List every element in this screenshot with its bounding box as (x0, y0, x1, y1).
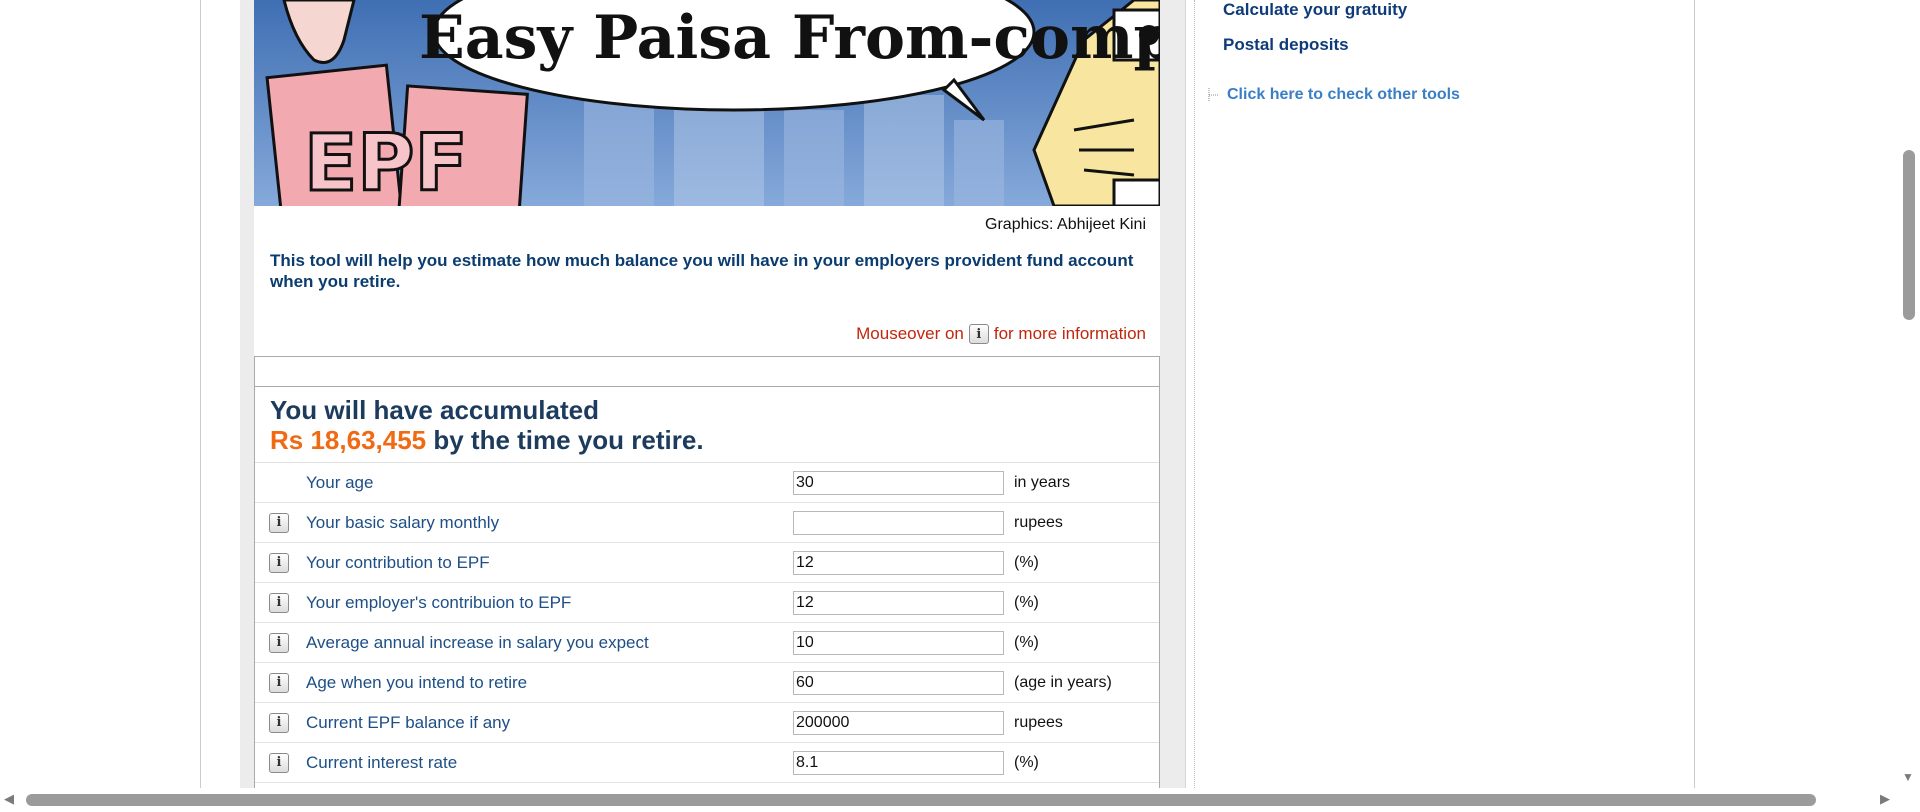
sidebar-link-postal-deposits[interactable]: Postal deposits (1223, 35, 1349, 55)
info-icon[interactable]: i (269, 592, 289, 613)
field-label: Your contribution to EPF (306, 552, 490, 572)
field-row-retirement-age: i Age when you intend to retire (age in … (255, 663, 1159, 703)
result-suffix: by the time you retire. (426, 425, 704, 455)
graphics-credit: Graphics: Abhijeet Kini (985, 216, 1146, 233)
result-line-2: Rs 18,63,455 by the time you retire. (270, 425, 1144, 455)
field-row-basic-salary: i Your basic salary monthly rupees (255, 503, 1159, 543)
mouseover-hint: Mouseover on i for more information (856, 324, 1146, 344)
check-other-tools-link[interactable]: Click here to check other tools (1227, 86, 1460, 104)
main-content: EPF Easy Paisa From-company! Graphics: A… (254, 0, 1160, 788)
main-column: EPF Easy Paisa From-company! Graphics: A… (240, 0, 1186, 788)
salary-increase-input[interactable] (793, 630, 1004, 655)
info-icon[interactable]: i (269, 632, 289, 653)
field-unit: (%) (1014, 753, 1039, 771)
info-icon: i (968, 324, 989, 344)
info-slot: i (255, 752, 306, 773)
employer-contribution-input[interactable] (793, 590, 1004, 615)
scroll-right-arrow-icon[interactable]: ▶ (1880, 791, 1890, 807)
page: EPF Easy Paisa From-company! Graphics: A… (0, 0, 1920, 812)
banner-sign-text: EPF (304, 119, 468, 206)
field-label: Your employer's contribuion to EPF (306, 592, 572, 612)
info-icon[interactable]: i (269, 672, 289, 693)
age-input[interactable] (793, 470, 1004, 495)
retirement-age-input[interactable] (793, 670, 1004, 695)
current-balance-input[interactable] (793, 710, 1004, 735)
field-unit: rupees (1014, 513, 1063, 531)
field-label: Current EPF balance if any (306, 712, 511, 732)
banner-headline: Easy Paisa From-company! (419, 3, 1160, 73)
epf-banner-image: EPF Easy Paisa From-company! (254, 0, 1160, 206)
tool-intro-text: This tool will help you estimate how muc… (270, 251, 1134, 291)
field-row-age: Your age in years (255, 463, 1159, 503)
field-row-own-contribution: i Your contribution to EPF (%) (255, 543, 1159, 583)
calculator-header-strip (255, 357, 1159, 387)
field-unit: (%) (1014, 553, 1039, 571)
page-frame-left (200, 0, 201, 788)
banner-illustration: EPF Easy Paisa From-company! (254, 0, 1160, 206)
field-label: Age when you intend to retire (306, 672, 528, 692)
field-unit: rupees (1014, 713, 1063, 731)
field-unit: (%) (1014, 593, 1039, 611)
field-label: Current interest rate (306, 752, 458, 772)
info-slot: i (255, 512, 306, 533)
sidebar: Calculate your gratuity Postal deposits … (1194, 0, 1694, 788)
info-slot: i (255, 592, 306, 613)
scroll-left-arrow-icon[interactable]: ◀ (4, 791, 14, 807)
mouseover-hint-prefix: Mouseover on (856, 324, 964, 343)
page-frame-right (1694, 0, 1695, 788)
vertical-scrollbar[interactable]: ▼ (1898, 0, 1920, 788)
info-slot: i (255, 552, 306, 573)
result-amount: Rs 18,63,455 (270, 425, 427, 455)
interest-rate-input[interactable] (793, 750, 1004, 775)
sidebar-link-gratuity[interactable]: Calculate your gratuity (1223, 0, 1407, 20)
field-unit: (%) (1014, 633, 1039, 651)
basic-salary-input[interactable] (793, 510, 1004, 535)
field-unit: in years (1014, 473, 1071, 491)
other-tools-row: Click here to check other tools (1207, 86, 1460, 104)
info-icon[interactable]: i (269, 712, 289, 733)
tree-branch-icon (1208, 88, 1219, 102)
horizontal-scrollbar[interactable]: ◀ ▶ (0, 788, 1920, 812)
info-slot: i (255, 672, 306, 693)
info-icon[interactable]: i (269, 752, 289, 773)
info-slot: i (255, 632, 306, 653)
field-label: Your age (306, 472, 374, 492)
epf-calculator: You will have accumulated Rs 18,63,455 b… (254, 356, 1160, 788)
info-slot: i (255, 712, 306, 733)
scroll-down-arrow-icon[interactable]: ▼ (1902, 770, 1914, 784)
field-row-salary-increase: i Average annual increase in salary you … (255, 623, 1159, 663)
mouseover-hint-suffix: for more information (993, 324, 1146, 343)
result-summary: You will have accumulated Rs 18,63,455 b… (255, 387, 1159, 463)
own-contribution-input[interactable] (793, 550, 1004, 575)
field-row-employer-contribution: i Your employer's contribuion to EPF (%) (255, 583, 1159, 623)
horizontal-scrollbar-thumb[interactable] (26, 794, 1816, 806)
field-row-current-balance: i Current EPF balance if any rupees (255, 703, 1159, 743)
field-unit: (age in years) (1014, 673, 1112, 691)
info-icon[interactable]: i (269, 512, 289, 533)
field-label: Your basic salary monthly (306, 512, 500, 532)
field-row-interest-rate: i Current interest rate (%) (255, 743, 1159, 783)
vertical-scrollbar-thumb[interactable] (1903, 150, 1915, 320)
field-label: Average annual increase in salary you ex… (306, 632, 649, 652)
result-line-1: You will have accumulated (270, 395, 599, 425)
info-icon[interactable]: i (269, 552, 289, 573)
